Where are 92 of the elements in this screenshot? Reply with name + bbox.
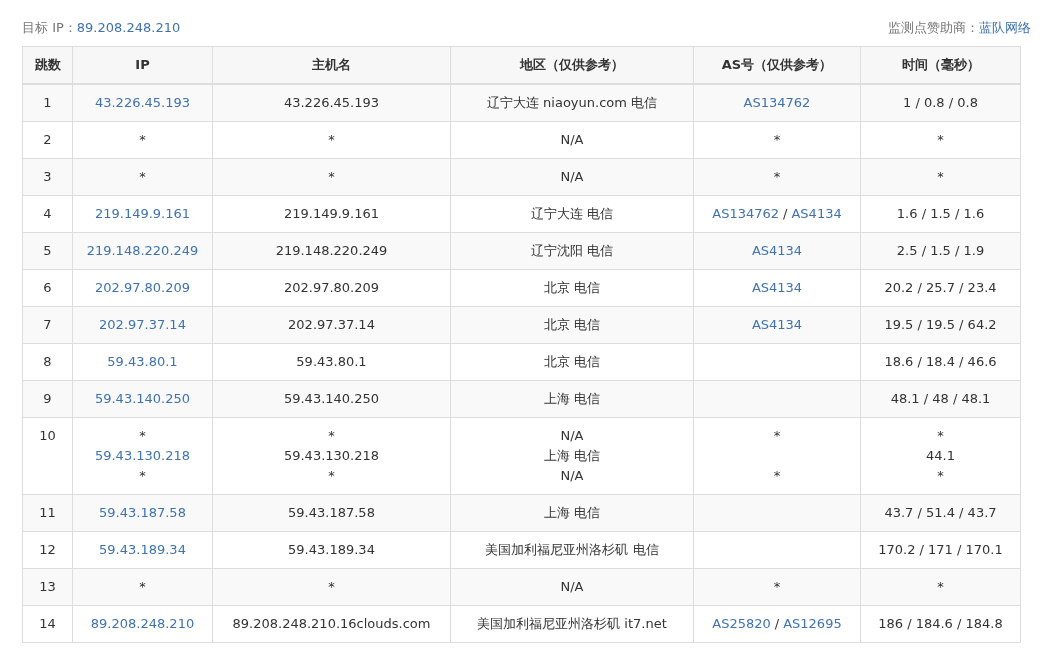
hop-number: 4 — [43, 205, 52, 221]
time-text: 48.1 / 48 / 48.1 — [890, 389, 991, 408]
region-text: N/A — [560, 577, 584, 596]
hostname-text: * — [328, 426, 335, 445]
hostname-text: * — [328, 577, 335, 596]
hostname-text: 59.43.140.250 — [283, 389, 380, 408]
time-text: * — [937, 577, 944, 596]
as-link[interactable]: AS25820 — [712, 613, 771, 634]
region-text: N/A — [560, 167, 584, 186]
region-text: 北京 电信 — [543, 315, 601, 334]
region-text: 北京 电信 — [543, 278, 601, 297]
column-header: 主机名 — [212, 46, 451, 84]
hostname-text: 59.43.130.218 — [283, 446, 380, 465]
hop-number: 10 — [39, 427, 56, 443]
ip-text: * — [139, 426, 146, 445]
hop-number: 1 — [43, 94, 52, 110]
as-text: * — [773, 577, 781, 596]
region-text: 美国加利福尼亚州洛杉矶 it7.net — [477, 614, 667, 633]
as-text: / — [774, 614, 780, 633]
hostname-text: * — [328, 167, 335, 186]
as-link[interactable]: AS4134 — [751, 240, 803, 261]
hop-number: 3 — [43, 168, 52, 184]
hop-number: 11 — [39, 504, 56, 520]
hostname-text: 202.97.37.14 — [288, 315, 375, 334]
ip-link[interactable]: 59.43.130.218 — [94, 445, 191, 466]
column-header: 跳数 — [22, 46, 73, 84]
ip-text: * — [139, 130, 146, 149]
hostname-text: 89.208.248.210.16clouds.com — [232, 614, 431, 633]
as-link[interactable]: AS4134 — [751, 277, 803, 298]
time-text: * — [937, 426, 944, 445]
target-ip: 89.208.248.210 — [76, 19, 181, 38]
hostname-text: 219.149.9.161 — [283, 204, 380, 223]
hostname-text: 202.97.80.209 — [283, 278, 380, 297]
time-text: 18.6 / 18.4 / 46.6 — [884, 352, 997, 371]
time-text: 20.2 / 25.7 / 23.4 — [884, 278, 997, 297]
hop-number: 7 — [43, 316, 52, 332]
hostname-text: 59.43.80.1 — [296, 352, 367, 371]
hostname-text: * — [328, 466, 335, 485]
hop-number: 2 — [43, 131, 52, 147]
ip-text: * — [139, 577, 146, 596]
time-text: * — [937, 167, 944, 186]
time-text: * — [937, 466, 944, 485]
as-link[interactable]: AS4134 — [751, 314, 803, 335]
hop-number: 8 — [43, 353, 52, 369]
hostname-text: * — [328, 130, 335, 149]
column-header: 时间（毫秒） — [860, 46, 1021, 84]
as-link[interactable]: AS4134 — [791, 203, 842, 224]
hop-number: 12 — [39, 541, 56, 557]
sponsor-label: 监测点赞助商： — [888, 19, 979, 38]
hostname-text: 219.148.220.249 — [275, 241, 388, 260]
hop-number: 13 — [39, 578, 56, 594]
region-text: 辽宁大连 电信 — [530, 204, 614, 223]
time-text: 1.6 / 1.5 / 1.6 — [896, 204, 985, 223]
time-text: 186 / 184.6 / 184.8 — [878, 614, 1003, 633]
target-label: 目标 IP： — [22, 19, 77, 38]
region-text: 上海 电信 — [543, 503, 601, 522]
region-text: 辽宁沈阳 电信 — [530, 241, 614, 260]
column-header: IP — [72, 46, 213, 84]
as-text: * — [773, 167, 781, 186]
column-header: 地区（仅供参考） — [450, 46, 694, 84]
as-link[interactable]: AS134762 — [712, 203, 780, 224]
hostname-text: 43.226.45.193 — [283, 93, 380, 112]
hop-number: 14 — [39, 615, 56, 631]
region-text: N/A — [560, 130, 584, 149]
as-text: / — [783, 204, 788, 223]
ip-text: * — [139, 167, 146, 186]
time-text: 1 / 0.8 / 0.8 — [903, 93, 978, 112]
region-text: 辽宁大连 niaoyun.com 电信 — [486, 93, 658, 112]
region-text: 美国加利福尼亚州洛杉矶 电信 — [485, 540, 659, 559]
as-text: * — [773, 130, 781, 149]
hop-number: 9 — [43, 390, 52, 406]
region-text: 北京 电信 — [543, 352, 601, 371]
ip-text: * — [139, 466, 146, 485]
hop-number: 5 — [43, 242, 52, 258]
hostname-text: 59.43.189.34 — [288, 540, 375, 559]
column-header: AS号（仅供参考） — [693, 46, 861, 84]
as-text: * — [773, 426, 781, 445]
region-text: N/A — [560, 426, 584, 445]
as-text: * — [773, 466, 781, 485]
time-text: 43.7 / 51.4 / 43.7 — [884, 503, 997, 522]
region-text: N/A — [560, 466, 584, 485]
hop-number: 6 — [43, 279, 52, 295]
as-link[interactable]: AS12695 — [783, 613, 842, 634]
time-text: 2.5 / 1.5 / 1.9 — [896, 241, 985, 260]
hostname-text: 59.43.187.58 — [288, 503, 375, 522]
time-text: 170.2 / 171 / 170.1 — [878, 540, 1003, 559]
region-text: 上海 电信 — [543, 389, 601, 408]
region-text: 上海 电信 — [543, 446, 601, 465]
sponsor-link[interactable]: 蓝队网络 — [979, 18, 1031, 38]
time-text: 44.1 — [926, 446, 955, 465]
time-text: 19.5 / 19.5 / 64.2 — [884, 315, 997, 334]
time-text: * — [937, 130, 944, 149]
